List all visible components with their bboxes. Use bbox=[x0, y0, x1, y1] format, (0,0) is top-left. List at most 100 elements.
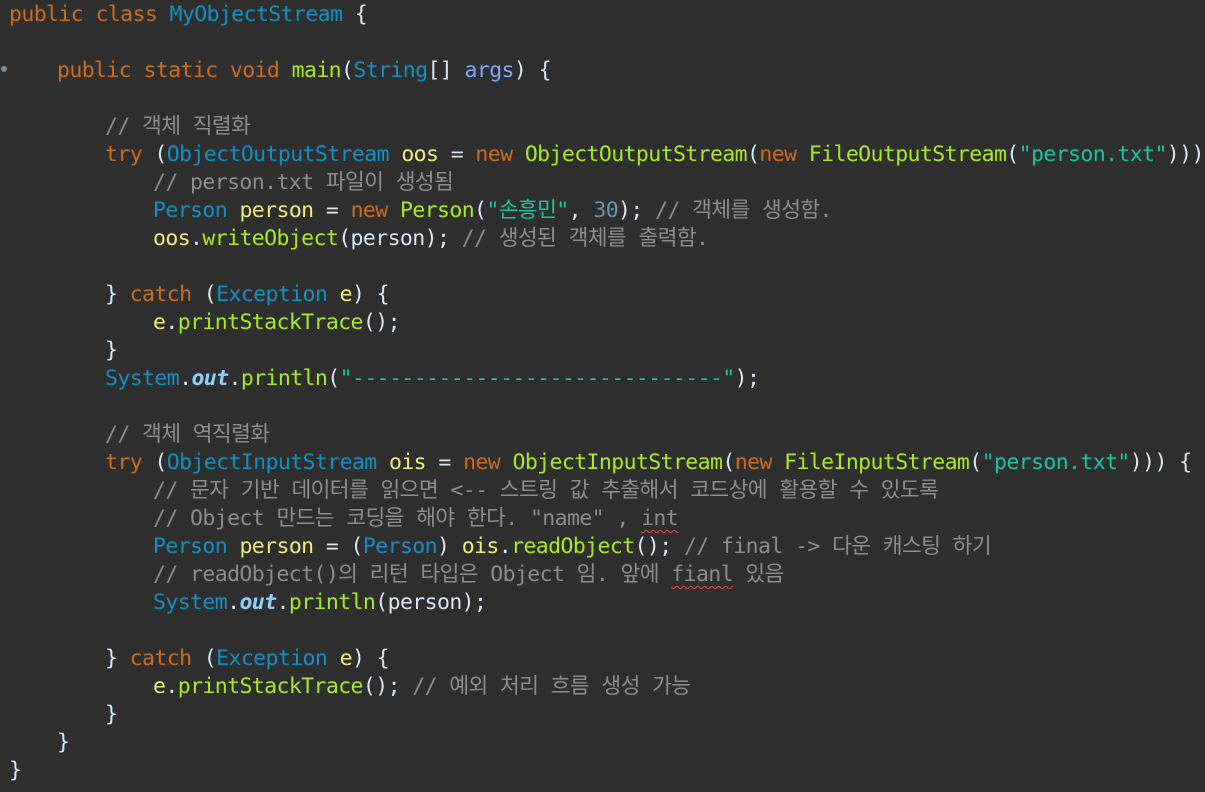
code-token: person bbox=[239, 198, 314, 223]
code-token: ); bbox=[734, 366, 760, 391]
code-token: , bbox=[568, 198, 594, 223]
code-token: ObjectOutputStream bbox=[524, 142, 748, 167]
code-token: 30 bbox=[593, 198, 619, 223]
code-token: args bbox=[464, 58, 515, 83]
code-token: try bbox=[105, 142, 143, 167]
code-token: public bbox=[9, 2, 84, 27]
code-line[interactable]: } catch (Exception e) { bbox=[105, 281, 390, 309]
code-token: main bbox=[291, 58, 342, 83]
code-line[interactable]: oos.writeObject(person); // 생성된 객체를 출력함. bbox=[153, 225, 709, 253]
code-token: printStackTrace bbox=[177, 310, 364, 335]
code-line[interactable]: } bbox=[57, 729, 70, 757]
code-token: // person.txt 파일이 생성됨 bbox=[153, 170, 454, 195]
code-line[interactable]: // 객체 역직렬화 bbox=[105, 421, 270, 449]
code-token: FileOutputStream bbox=[808, 142, 1007, 167]
code-line[interactable]: } bbox=[105, 337, 118, 365]
code-token: readObject bbox=[511, 534, 635, 559]
code-token: . bbox=[165, 674, 178, 699]
code-token: ) bbox=[436, 534, 462, 559]
code-token: // 문자 기반 데이터를 읽으면 <-- 스트링 값 추출해서 코드상에 활용… bbox=[153, 478, 939, 503]
code-token: class bbox=[95, 2, 158, 27]
code-token: person bbox=[239, 534, 314, 559]
code-token: ( bbox=[747, 142, 760, 167]
code-token: println bbox=[240, 366, 328, 391]
code-token: ))) { bbox=[1166, 142, 1205, 167]
code-token: out bbox=[239, 590, 277, 615]
code-token: Person bbox=[153, 198, 228, 223]
code-line[interactable]: // Object 만드는 코딩을 해야 한다. "name" , int bbox=[153, 505, 679, 533]
code-line[interactable]: Person person = new Person("손흥민", 30); /… bbox=[153, 197, 833, 225]
code-token: // 객체를 생성함. bbox=[655, 198, 832, 223]
code-token: // Object 만드는 코딩을 해야 한다. "name" , bbox=[153, 506, 642, 531]
code-line[interactable]: // person.txt 파일이 생성됨 bbox=[153, 169, 454, 197]
code-token: FileInputStream bbox=[784, 450, 970, 475]
code-token: (); bbox=[362, 674, 413, 699]
code-token: . bbox=[276, 590, 289, 615]
code-token: Exception bbox=[216, 282, 328, 307]
code-token: ObjectInputStream bbox=[166, 450, 377, 475]
code-token: = bbox=[438, 142, 476, 167]
code-token: // readObject()의 리턴 타입은 Object 임. 앞에 bbox=[153, 562, 672, 587]
code-token: // 객체 직렬화 bbox=[105, 114, 251, 139]
code-line[interactable]: Person person = (Person) ois.readObject(… bbox=[153, 533, 992, 561]
code-token: . bbox=[190, 226, 203, 251]
code-token: (); bbox=[634, 534, 684, 559]
code-token: ); bbox=[618, 198, 656, 223]
code-line[interactable]: e.printStackTrace(); // 예외 처리 흐름 생성 가능 bbox=[153, 673, 691, 701]
code-token: oos bbox=[153, 226, 191, 251]
code-line[interactable]: public class MyObjectStream { bbox=[9, 1, 368, 29]
code-line[interactable]: try (ObjectInputStream ois = new ObjectI… bbox=[105, 449, 1192, 477]
code-token: // 생성된 객체를 출력함. bbox=[461, 226, 709, 251]
code-line[interactable]: // readObject()의 리턴 타입은 Object 임. 앞에 fia… bbox=[153, 561, 784, 589]
code-token: } bbox=[57, 730, 70, 755]
code-token: (person); bbox=[375, 590, 487, 615]
code-line[interactable]: try (ObjectOutputStream oos = new Object… bbox=[105, 141, 1205, 169]
fold-marker-icon[interactable] bbox=[1, 66, 7, 72]
code-token: ( bbox=[142, 142, 167, 167]
code-token: . bbox=[227, 590, 240, 615]
code-line[interactable]: e.printStackTrace(); bbox=[153, 309, 401, 337]
code-line[interactable]: // 문자 기반 데이터를 읽으면 <-- 스트링 값 추출해서 코드상에 활용… bbox=[153, 477, 939, 505]
code-token: ( bbox=[142, 450, 167, 475]
code-token: ( bbox=[327, 366, 340, 391]
code-token: MyObjectStream bbox=[169, 2, 343, 27]
code-token: = ( bbox=[313, 534, 364, 559]
code-token: System bbox=[105, 366, 180, 391]
code-token: e bbox=[153, 310, 166, 335]
code-token: } bbox=[105, 338, 118, 363]
code-line[interactable]: public static void main(String[] args) { bbox=[57, 57, 552, 85]
code-token: new bbox=[350, 198, 389, 223]
code-line[interactable]: } bbox=[105, 701, 118, 729]
code-token: . bbox=[228, 366, 241, 391]
code-line[interactable]: System.out.println(person); bbox=[153, 589, 487, 617]
code-token: ( bbox=[1006, 142, 1019, 167]
code-token: try bbox=[105, 450, 143, 475]
code-token: ObjectOutputStream bbox=[166, 142, 390, 167]
code-line[interactable]: } bbox=[9, 757, 22, 785]
code-editor[interactable]: public class MyObjectStream { public stat… bbox=[0, 0, 1205, 792]
code-token: } bbox=[105, 702, 118, 727]
code-token: println bbox=[288, 590, 376, 615]
code-token: ) { bbox=[351, 282, 390, 307]
code-line[interactable]: } catch (Exception e) { bbox=[105, 645, 390, 673]
code-line[interactable]: // 객체 직렬화 bbox=[105, 113, 251, 141]
code-token: [] bbox=[427, 58, 465, 83]
code-token: writeObject bbox=[202, 226, 339, 251]
code-line[interactable]: System.out.println("--------------------… bbox=[105, 365, 760, 393]
code-token: catch bbox=[129, 646, 192, 671]
code-token: e bbox=[153, 674, 166, 699]
code-token: ))) { bbox=[1129, 450, 1192, 475]
code-token: ) { bbox=[351, 646, 390, 671]
code-token: } bbox=[9, 758, 22, 783]
code-token: ( bbox=[474, 198, 487, 223]
code-token: Person bbox=[153, 534, 228, 559]
code-token: new bbox=[475, 142, 513, 167]
